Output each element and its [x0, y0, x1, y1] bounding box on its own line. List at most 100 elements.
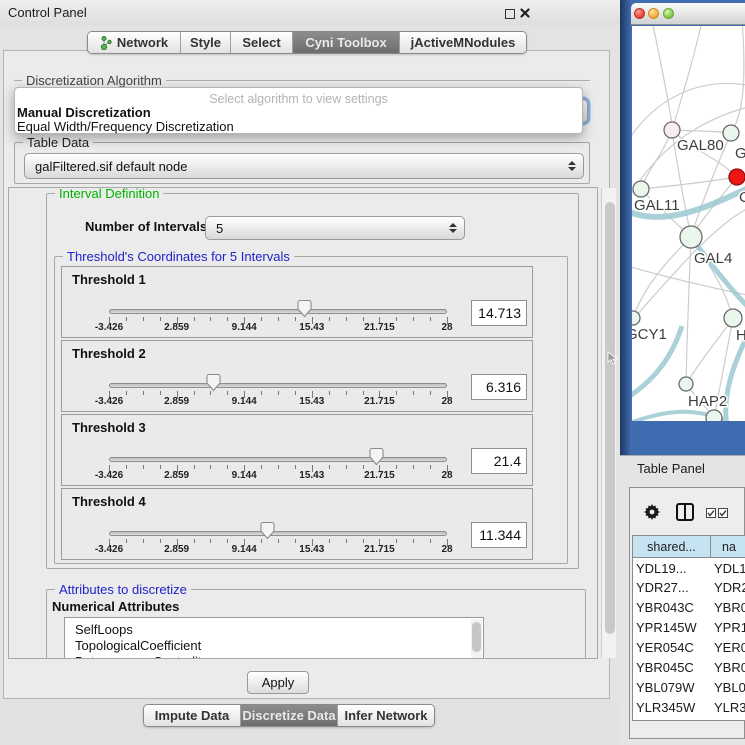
- threshold-slider-track[interactable]: [109, 309, 447, 314]
- network-node-hap2[interactable]: [679, 377, 693, 391]
- column-header-name[interactable]: na: [711, 536, 745, 558]
- tab-jactivemnodules[interactable]: jActiveMNodules: [400, 32, 526, 53]
- tab-style[interactable]: Style: [181, 32, 231, 53]
- slider-handle[interactable]: [260, 521, 275, 540]
- attribute-item[interactable]: SelfLoops: [75, 622, 133, 637]
- network-edges: [632, 26, 745, 418]
- number-of-intervals-combobox[interactable]: 5: [205, 216, 465, 240]
- slider-tick: [363, 391, 364, 395]
- tab-select[interactable]: Select: [231, 32, 293, 53]
- float-window-icon[interactable]: [505, 9, 515, 19]
- table-row[interactable]: YBR045C YBR0: [633, 658, 745, 678]
- threshold-slider-track[interactable]: [109, 457, 447, 462]
- slider-tick: [143, 391, 144, 395]
- network-node-ga[interactable]: [723, 125, 739, 141]
- network-node-c[interactable]: [729, 169, 745, 185]
- slider-tick-label: 28: [441, 396, 452, 407]
- network-node-h[interactable]: [724, 309, 742, 327]
- slider-tick: [126, 539, 127, 543]
- slider-tick: [194, 317, 195, 321]
- threshold-value-field[interactable]: 14.713: [471, 300, 527, 326]
- mouse-cursor-icon: [607, 351, 618, 365]
- column-header-shared-name[interactable]: shared...: [633, 536, 711, 558]
- tab-impute-data[interactable]: Impute Data: [144, 705, 241, 726]
- popup-option-equal-width-frequency[interactable]: Equal Width/Frequency Discretization: [17, 119, 234, 134]
- slider-handle[interactable]: [369, 447, 384, 466]
- gear-icon[interactable]: [644, 504, 660, 520]
- threshold-label: Threshold 2: [72, 346, 146, 361]
- attributes-group-title: Attributes to discretize: [55, 582, 191, 597]
- tab-network[interactable]: Network: [88, 32, 181, 53]
- node-label: GA: [735, 145, 745, 162]
- apply-button[interactable]: Apply: [247, 671, 309, 694]
- cyni-mode-tabs: Impute DataDiscretize Data Infer Network: [143, 704, 435, 727]
- table-row[interactable]: YER054C YER0: [633, 638, 745, 658]
- close-traffic-light-icon[interactable]: [634, 8, 645, 19]
- node-label: HAP2: [688, 393, 727, 410]
- table-row[interactable]: YDR27... YDR2: [633, 578, 745, 598]
- scrollbar-thumb[interactable]: [472, 622, 481, 652]
- column-browser-icon[interactable]: [676, 503, 694, 521]
- network-node[interactable]: [706, 410, 722, 421]
- tab-label: Infer Network: [344, 708, 427, 723]
- checkbox-icon[interactable]: [706, 508, 716, 518]
- tab-infer-network[interactable]: Infer Network: [338, 705, 434, 726]
- close-icon[interactable]: [520, 8, 530, 18]
- slider-tick: [194, 391, 195, 395]
- cell-name: YDL1: [712, 561, 745, 576]
- settings-scroll-viewport: Interval Definition Number of Intervals …: [8, 187, 598, 659]
- network-node-gcy1[interactable]: [632, 311, 640, 325]
- attributes-list-scrollbar[interactable]: [471, 619, 482, 659]
- attribute-item[interactable]: TopologicalCoefficient: [75, 638, 201, 653]
- threshold-slider-track[interactable]: [109, 531, 447, 536]
- table-row[interactable]: YLR345W YLR3: [633, 697, 745, 717]
- interval-definition-title: Interval Definition: [55, 187, 163, 201]
- tab-label: jActiveMNodules: [411, 35, 516, 50]
- table-row[interactable]: YIL052C YIL0: [633, 717, 745, 721]
- slider-tick: [363, 539, 364, 543]
- network-canvas[interactable]: GAL80GACGAL11GAL4GCY1HHAP2: [632, 26, 745, 421]
- cell-name: YBL0: [712, 680, 745, 695]
- slider-tick-label: 2.859: [164, 322, 189, 333]
- table-data-combobox[interactable]: galFiltered.sif default node: [24, 153, 584, 179]
- control-panel-tabs: NetworkStyleSelectCyni Toolbox jActiveMNo…: [87, 31, 527, 54]
- slider-handle[interactable]: [297, 299, 312, 318]
- tab-discretize-data[interactable]: Discretize Data: [241, 705, 338, 726]
- table-row[interactable]: YDL19... YDL1: [633, 558, 745, 578]
- slider-tick-label: 9.144: [232, 322, 257, 333]
- numerical-attributes-list[interactable]: SelfLoopsTopologicalCoefficientBetweenne…: [64, 617, 484, 659]
- slider-tick: [261, 465, 262, 469]
- network-node-gal11[interactable]: [633, 181, 649, 197]
- tab-cyni-toolbox[interactable]: Cyni Toolbox: [293, 32, 400, 53]
- popup-option-manual-discretization[interactable]: Manual Discretization: [17, 105, 151, 120]
- cell-shared-name: YPR145W: [633, 620, 712, 635]
- table-row[interactable]: YBR043C YBR0: [633, 598, 745, 618]
- network-node-gal80[interactable]: [664, 122, 680, 138]
- slider-tick: [227, 539, 228, 543]
- slider-tick: [363, 317, 364, 321]
- slider-tick-label: 15.43: [299, 470, 324, 481]
- checkbox-icon[interactable]: [718, 508, 728, 518]
- slider-handle[interactable]: [206, 373, 221, 392]
- node-table[interactable]: shared... na YDL19... YDL1 YDR27... YDR2…: [632, 535, 745, 721]
- threshold-slider-track[interactable]: [109, 383, 447, 388]
- popup-hint: Select algorithm to view settings: [15, 92, 582, 106]
- attributes-group: Attributes to discretize Numerical Attri…: [46, 589, 586, 659]
- threshold-value-field[interactable]: 11.344: [471, 522, 527, 548]
- table-row[interactable]: YPR145W YPR1: [633, 618, 745, 638]
- slider-tick: [278, 391, 279, 395]
- slider-tick: [295, 539, 296, 543]
- settings-vertical-scrollbar[interactable]: [601, 188, 616, 658]
- network-node-gal4[interactable]: [680, 226, 702, 248]
- thresholds-group-title: Threshold's Coordinates for 5 Intervals: [63, 249, 294, 264]
- minimize-traffic-light-icon[interactable]: [648, 8, 659, 19]
- threshold-value-field[interactable]: 21.4: [471, 448, 527, 474]
- slider-tick: [295, 465, 296, 469]
- scrollbar-thumb[interactable]: [605, 202, 615, 634]
- slider-tick: [430, 539, 431, 543]
- table-row[interactable]: YBL079W YBL0: [633, 677, 745, 697]
- threshold-value-field[interactable]: 6.316: [471, 374, 527, 400]
- attribute-item[interactable]: BetweennessCentrality: [75, 654, 208, 659]
- zoom-traffic-light-icon[interactable]: [663, 8, 674, 19]
- interval-definition-group: Interval Definition Number of Intervals …: [46, 193, 579, 569]
